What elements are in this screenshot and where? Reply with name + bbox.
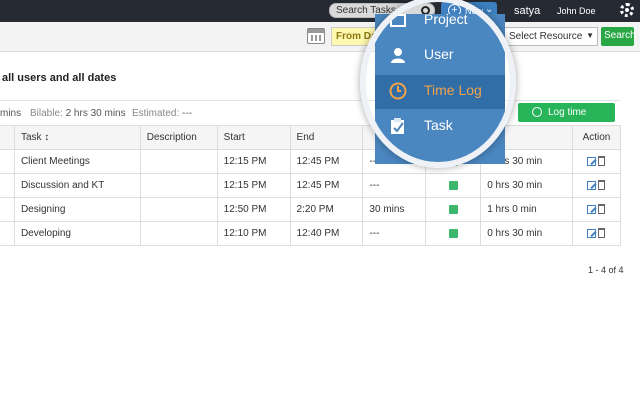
menu-item-user[interactable]: User: [375, 39, 505, 73]
page-heading: all users and all dates: [2, 72, 117, 84]
action-cell: [571, 149, 622, 174]
description-cell: [139, 149, 218, 174]
user-icon: [391, 48, 405, 63]
menu-item-label: Task: [424, 117, 453, 133]
estimated-label: Estimated:: [132, 108, 180, 119]
billable-cell: [425, 221, 482, 246]
log-time-label: Log time: [548, 107, 587, 118]
start-cell: 12:50 PM: [216, 197, 291, 222]
table-row: Client Meetings 12:15 PM 12:45 PM --- 0 …: [0, 149, 622, 174]
end-cell: 12:45 PM: [289, 173, 364, 198]
action-cell: [571, 173, 622, 198]
pagination-info: 1 - 4 of 4: [588, 265, 624, 275]
hours-cell: 0 hrs 30 min: [480, 221, 573, 246]
row-select: [0, 173, 15, 198]
edit-icon[interactable]: [587, 156, 597, 166]
col-action: Action: [571, 125, 622, 150]
trash-icon[interactable]: [598, 204, 606, 215]
project-icon: [390, 13, 406, 27]
time-log-table: Task ↕ Description Start End urs Action …: [0, 125, 622, 246]
edit-icon[interactable]: [587, 180, 597, 190]
table-row: Developing 12:10 PM 12:40 PM --- 0 hrs 3…: [0, 221, 622, 246]
task-cell: Designing: [13, 197, 141, 222]
calendar-icon[interactable]: [307, 28, 325, 44]
billable-cell: [425, 173, 482, 198]
row-select: [0, 197, 15, 222]
menu-item-time-log[interactable]: Time Log: [375, 75, 505, 109]
description-cell: [139, 221, 218, 246]
col-task[interactable]: Task ↕: [13, 125, 141, 150]
billable-check-icon[interactable]: [448, 204, 458, 214]
end-cell: 2:20 PM: [289, 197, 364, 222]
end-cell: 12:40 PM: [289, 221, 364, 246]
search-button[interactable]: Search: [601, 27, 636, 46]
col-description: Description: [139, 125, 218, 150]
table-header-row: Task ↕ Description Start End urs Action: [0, 125, 622, 150]
edit-icon[interactable]: [587, 228, 597, 238]
trash-icon[interactable]: [598, 228, 606, 239]
user-full-name[interactable]: John Doe: [557, 6, 596, 16]
filter-bar: From Date Select Resource ▼ Search: [0, 22, 640, 52]
billable-cell: [425, 197, 482, 222]
trash-icon[interactable]: [598, 180, 606, 191]
billable-value: 2 hrs 30 mins: [65, 108, 126, 119]
username[interactable]: satya: [514, 5, 540, 17]
log-time-button[interactable]: Log time: [518, 103, 615, 122]
menu-item-label: Project: [424, 11, 468, 27]
resource-select[interactable]: Select Resource ▼: [504, 27, 598, 46]
edit-icon[interactable]: [587, 204, 597, 214]
billable-check-icon[interactable]: [448, 180, 458, 190]
billable-summary: Bilable: 2 hrs 30 mins: [30, 108, 126, 119]
table-row: Designing 12:50 PM 2:20 PM 30 mins 1 hrs…: [0, 197, 622, 222]
break-cell: ---: [362, 173, 427, 198]
trash-icon[interactable]: [598, 156, 606, 167]
action-cell: [571, 221, 622, 246]
menu-item-project[interactable]: Project: [375, 4, 505, 38]
estimated-value: ---: [182, 108, 193, 119]
total-time: mins: [0, 108, 22, 119]
top-navbar: Search Tasks + New ⌄ satya John Doe: [0, 0, 640, 22]
billable-label: Bilable:: [30, 108, 63, 119]
menu-item-label: Time Log: [424, 82, 482, 98]
clock-icon: [389, 82, 407, 100]
action-cell: [571, 197, 622, 222]
task-cell: Developing: [13, 221, 141, 246]
menu-item-label: User: [424, 46, 454, 62]
task-checklist-icon: [391, 118, 404, 134]
table-row: Discussion and KT 12:15 PM 12:45 PM --- …: [0, 173, 622, 198]
row-select: [0, 149, 15, 174]
break-cell: ---: [362, 221, 427, 246]
break-cell: 30 mins: [362, 197, 427, 222]
col-select: [0, 125, 15, 150]
hours-cell: 0 hrs 30 min: [480, 173, 573, 198]
dropdown-arrow-icon: ▼: [586, 31, 594, 40]
hours-cell: 1 hrs 0 min: [480, 197, 573, 222]
estimated-summary: Estimated: ---: [132, 108, 192, 119]
description-cell: [139, 173, 218, 198]
start-cell: 12:15 PM: [216, 173, 291, 198]
col-end: End: [289, 125, 364, 150]
end-cell: 12:45 PM: [289, 149, 364, 174]
billable-check-icon[interactable]: [448, 228, 458, 238]
start-cell: 12:10 PM: [216, 221, 291, 246]
col-start: Start: [216, 125, 291, 150]
task-cell: Client Meetings: [13, 149, 141, 174]
row-select: [0, 221, 15, 246]
clock-icon: [532, 107, 542, 117]
start-cell: 12:15 PM: [216, 149, 291, 174]
gear-icon[interactable]: [620, 3, 634, 17]
description-cell: [139, 197, 218, 222]
menu-item-task[interactable]: Task: [375, 110, 505, 144]
task-cell: Discussion and KT: [13, 173, 141, 198]
resource-select-value: Select Resource: [509, 31, 583, 42]
